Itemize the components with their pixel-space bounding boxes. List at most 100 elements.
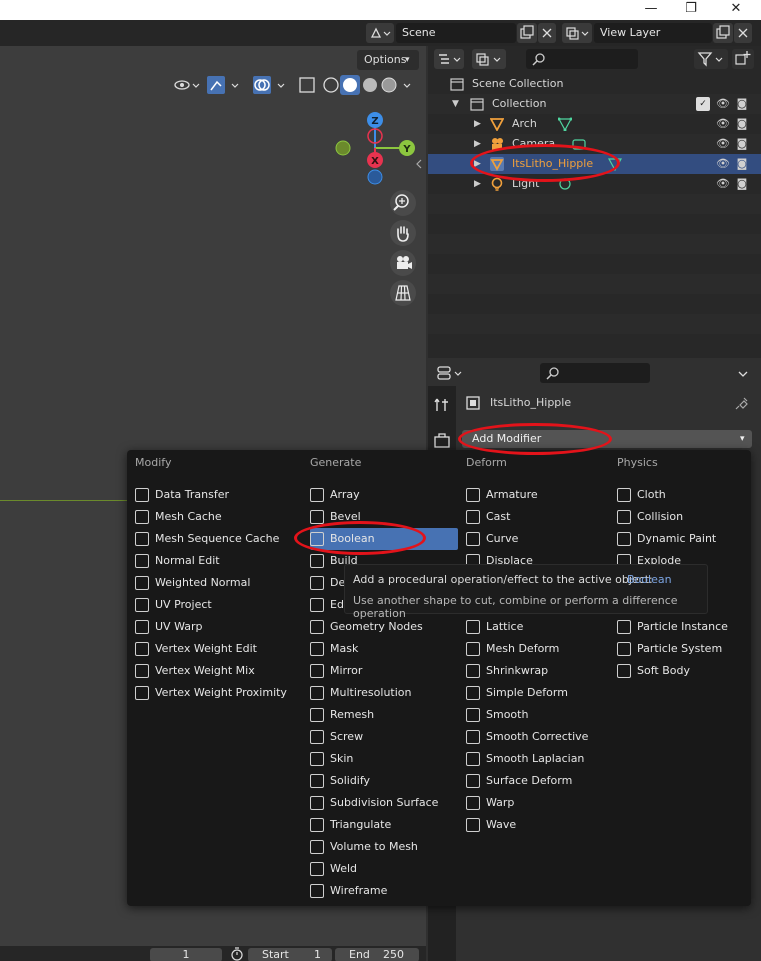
view-layer-new-button[interactable] — [713, 23, 733, 43]
outliner-row-camera[interactable]: ▶ Camera 👁 ◙ — [428, 134, 761, 154]
pin-icon[interactable] — [735, 396, 749, 410]
view-layer-delete-button[interactable] — [734, 23, 752, 43]
scene-name-field[interactable]: Scene — [396, 23, 516, 43]
mesh-sequence-cache-icon — [135, 532, 149, 546]
menu-item-wave[interactable]: Wave — [466, 814, 611, 836]
menu-item-bevel[interactable]: Bevel — [310, 506, 458, 528]
outliner-search-input[interactable] — [526, 49, 638, 69]
scene-browse-button[interactable] — [366, 23, 394, 43]
menu-item-weighted-normal[interactable]: Weighted Normal — [135, 572, 300, 594]
current-frame-field[interactable]: 1 — [150, 948, 222, 961]
perspective-toggle-button[interactable] — [390, 280, 416, 306]
camera-render-icon[interactable]: ◙ — [735, 117, 749, 131]
zoom-button[interactable] — [390, 190, 416, 216]
menu-item-warp[interactable]: Warp — [466, 792, 611, 814]
render-tab[interactable] — [430, 430, 454, 452]
scene-new-button[interactable] — [517, 23, 537, 43]
mirror-icon — [310, 664, 324, 678]
display-mode-button[interactable] — [472, 49, 506, 69]
particle-system-icon — [617, 642, 631, 656]
menu-item-data-transfer[interactable]: Data Transfer — [135, 484, 300, 506]
eye-icon[interactable]: 👁 — [716, 97, 730, 111]
menu-item-skin[interactable]: Skin — [310, 748, 458, 770]
minimize-button[interactable]: — — [636, 0, 666, 20]
menu-item-subdivision-surface[interactable]: Subdivision Surface — [310, 792, 458, 814]
editor-type-button[interactable] — [434, 49, 464, 69]
camera-object-icon — [492, 138, 503, 150]
properties-search-input[interactable] — [540, 363, 650, 383]
navigation-gizmo[interactable]: Z Y X — [330, 108, 426, 238]
view-layer-browse-button[interactable] — [562, 23, 592, 43]
menu-item-mask[interactable]: Mask — [310, 638, 458, 660]
outliner-row-arch[interactable]: ▶ Arch 👁 ◙ — [428, 114, 761, 134]
menu-item-mesh-deform[interactable]: Mesh Deform — [466, 638, 611, 660]
outliner-row-itslitho-hipple[interactable]: ▶ ItsLitho_Hipple 👁 ◙ — [428, 154, 761, 174]
menu-item-shrinkwrap[interactable]: Shrinkwrap — [466, 660, 611, 682]
menu-item-screw[interactable]: Screw — [310, 726, 458, 748]
menu-item-weld[interactable]: Weld — [310, 858, 458, 880]
menu-item-uv-project[interactable]: UV Project — [135, 594, 300, 616]
pan-button[interactable] — [390, 220, 416, 246]
menu-item-smooth-corrective[interactable]: Smooth Corrective — [466, 726, 611, 748]
tool-tab[interactable] — [430, 394, 454, 416]
menu-item-array[interactable]: Array — [310, 484, 458, 506]
eye-icon[interactable]: 👁 — [716, 157, 730, 171]
menu-item-volume-to-mesh[interactable]: Volume to Mesh — [310, 836, 458, 858]
properties-editor-type-button[interactable] — [434, 363, 464, 383]
menu-item-label: Triangulate — [330, 818, 392, 831]
menu-item-solidify[interactable]: Solidify — [310, 770, 458, 792]
menu-item-wireframe[interactable]: Wireframe — [310, 880, 458, 902]
outliner-row-light[interactable]: ▶ Light 👁 ◙ — [428, 174, 761, 194]
menu-item-particle-system[interactable]: Particle System — [617, 638, 747, 660]
outliner-row-scene-collection[interactable]: Scene Collection — [428, 74, 761, 94]
filter-button[interactable] — [694, 49, 728, 69]
menu-item-dynamic-paint[interactable]: Dynamic Paint — [617, 528, 747, 550]
menu-item-simple-deform[interactable]: Simple Deform — [466, 682, 611, 704]
camera-view-button[interactable] — [390, 250, 416, 276]
camera-render-icon[interactable]: ◙ — [735, 157, 749, 171]
menu-item-collision[interactable]: Collision — [617, 506, 747, 528]
properties-options-button[interactable] — [732, 363, 754, 383]
menu-item-curve[interactable]: Curve — [466, 528, 611, 550]
outliner-row-collection[interactable]: ▼ Collection ✓ 👁 ◙ — [428, 94, 761, 114]
start-frame-field[interactable]: Start 1 — [248, 948, 332, 961]
options-dropdown[interactable]: Options ▾ — [357, 50, 419, 70]
eye-icon[interactable]: 👁 — [716, 177, 730, 191]
scene-delete-button[interactable] — [538, 23, 556, 43]
menu-item-vertex-weight-mix[interactable]: Vertex Weight Mix — [135, 660, 300, 682]
soft-body-icon — [617, 664, 631, 678]
camera-render-icon[interactable]: ◙ — [735, 97, 749, 111]
menu-item-mesh-sequence-cache[interactable]: Mesh Sequence Cache — [135, 528, 300, 550]
menu-item-normal-edit[interactable]: Normal Edit — [135, 550, 300, 572]
new-collection-button[interactable] — [732, 49, 754, 69]
menu-item-smooth-laplacian[interactable]: Smooth Laplacian — [466, 748, 611, 770]
menu-item-smooth[interactable]: Smooth — [466, 704, 611, 726]
menu-item-multiresolution[interactable]: Multiresolution — [310, 682, 458, 704]
camera-render-icon[interactable]: ◙ — [735, 177, 749, 191]
menu-item-vertex-weight-edit[interactable]: Vertex Weight Edit — [135, 638, 300, 660]
eye-icon[interactable]: 👁 — [716, 117, 730, 131]
close-window-button[interactable]: ✕ — [721, 0, 751, 20]
menu-item-mirror[interactable]: Mirror — [310, 660, 458, 682]
checkbox-icon[interactable]: ✓ — [696, 97, 710, 111]
menu-item-remesh[interactable]: Remesh — [310, 704, 458, 726]
menu-item-boolean[interactable]: Boolean — [310, 528, 458, 550]
menu-item-cast[interactable]: Cast — [466, 506, 611, 528]
menu-item-soft-body[interactable]: Soft Body — [617, 660, 747, 682]
maximize-button[interactable]: ❐ — [676, 0, 706, 20]
eye-icon[interactable]: 👁 — [716, 137, 730, 151]
menu-item-surface-deform[interactable]: Surface Deform — [466, 770, 611, 792]
add-modifier-button[interactable]: Add Modifier ▾ — [462, 430, 752, 448]
timeline-bar: 1 Start 1 End 250 — [0, 946, 426, 961]
menu-item-uv-warp[interactable]: UV Warp — [135, 616, 300, 638]
menu-item-armature[interactable]: Armature — [466, 484, 611, 506]
column-header-generate: Generate — [310, 456, 362, 469]
menu-item-vertex-weight-proximity[interactable]: Vertex Weight Proximity — [135, 682, 300, 704]
view-layer-name-field[interactable]: View Layer — [594, 23, 712, 43]
camera-render-icon[interactable]: ◙ — [735, 137, 749, 151]
menu-item-cloth[interactable]: Cloth — [617, 484, 747, 506]
menu-item-mesh-cache[interactable]: Mesh Cache — [135, 506, 300, 528]
menu-item-triangulate[interactable]: Triangulate — [310, 814, 458, 836]
stopwatch-icon[interactable] — [230, 947, 244, 961]
end-frame-field[interactable]: End 250 — [335, 948, 419, 961]
